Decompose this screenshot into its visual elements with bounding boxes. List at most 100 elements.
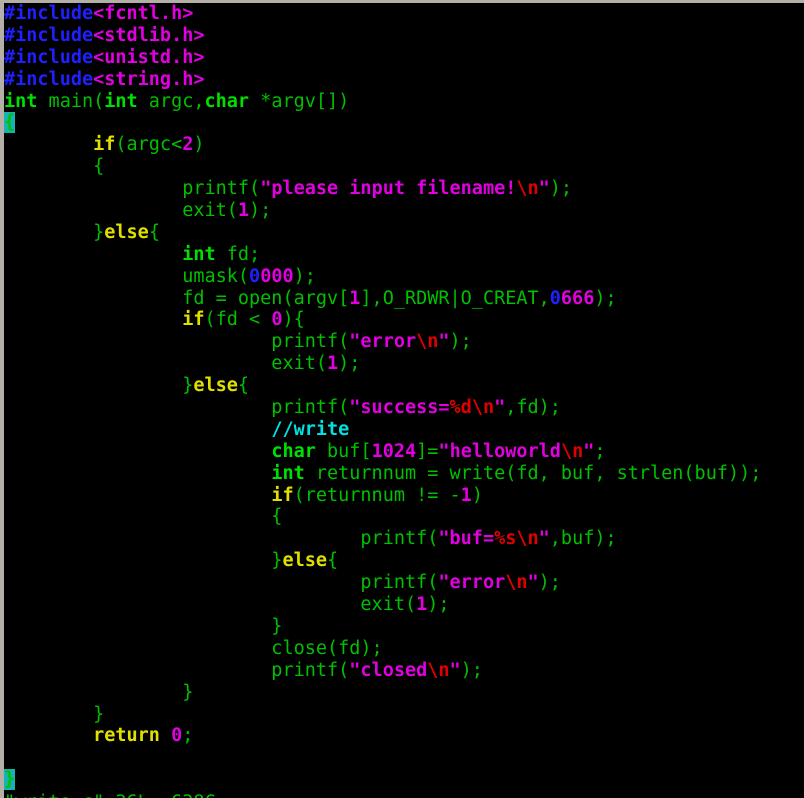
token-normal: );	[460, 659, 483, 681]
code-line[interactable]: {	[4, 156, 761, 178]
token-normal	[4, 725, 93, 746]
code-line[interactable]: printf("buf=%s\n",buf);	[4, 528, 761, 550]
token-quote: "	[438, 528, 450, 550]
token-normal	[160, 725, 171, 746]
terminal-window: #include<fcntl.h> #include<stdlib.h> #incl…	[0, 0, 804, 798]
token-normal	[4, 463, 271, 484]
token-string: success=	[360, 397, 450, 419]
token-normal: returnnum = write(fd, buf, strlen(buf));	[304, 462, 762, 484]
token-normal: );	[449, 331, 472, 353]
token-include: <stdlib.h>	[93, 24, 205, 46]
token-normal: {	[148, 221, 160, 243]
token-special: \n	[416, 331, 439, 353]
token-string: error	[360, 331, 417, 353]
token-normal	[4, 441, 271, 462]
token-comment: //write	[271, 418, 350, 440]
code-line[interactable]	[4, 747, 761, 769]
token-octal-pfx: 0	[249, 265, 261, 287]
token-special: \n	[516, 178, 539, 200]
token-normal	[4, 419, 271, 440]
code-line[interactable]: }	[4, 769, 761, 791]
token-normal: ;	[594, 440, 606, 462]
token-normal: {	[327, 550, 339, 572]
code-line[interactable]: if(fd < 0){	[4, 309, 761, 331]
code-line[interactable]: exit(1);	[4, 353, 761, 375]
code-line[interactable]: {	[4, 112, 761, 134]
token-normal	[4, 134, 93, 155]
code-line[interactable]: if(returnnum != -1)	[4, 485, 761, 507]
code-line[interactable]: printf("closed\n");	[4, 660, 761, 682]
code-line[interactable]: printf("please input filename!\n");	[4, 178, 761, 200]
token-special: %d	[449, 397, 472, 419]
token-normal: {	[4, 156, 105, 178]
token-type: int	[4, 90, 38, 112]
token-normal: ,fd);	[505, 397, 561, 419]
code-line[interactable]: umask(0000);	[4, 266, 761, 288]
token-normal: fd;	[215, 243, 261, 265]
token-normal: ],O_RDWR|O_CREAT,	[360, 287, 550, 309]
token-normal: ]=	[416, 440, 439, 462]
token-normal: }	[4, 221, 105, 243]
token-normal: exit(	[4, 353, 328, 375]
code-line[interactable]: #include<fcntl.h>	[4, 3, 761, 25]
code-line[interactable]: }	[4, 682, 761, 704]
code-line[interactable]: int returnnum = write(fd, buf, strlen(bu…	[4, 463, 761, 485]
token-special: \n	[560, 440, 584, 462]
code-line[interactable]: }	[4, 616, 761, 638]
token-normal: exit(	[4, 594, 417, 616]
token-normal: {	[4, 506, 283, 528]
code-line[interactable]: #include<string.h>	[4, 69, 761, 91]
code-line[interactable]: int main(int argc,char *argv[])	[4, 91, 761, 113]
code-line[interactable]: char buf[1024]="helloworld\n";	[4, 441, 761, 463]
code-line[interactable]: exit(1);	[4, 594, 761, 616]
token-normal: );	[538, 572, 561, 594]
token-include: <unistd.h>	[93, 46, 205, 68]
token-type: int	[104, 90, 138, 112]
token-number: 2	[182, 134, 194, 156]
code-line[interactable]: {	[4, 506, 761, 528]
token-normal: }	[4, 703, 105, 725]
code-line[interactable]: exit(1);	[4, 200, 761, 222]
token-normal	[4, 485, 271, 506]
token-number: 000	[260, 265, 294, 287]
code-line[interactable]: int fd;	[4, 244, 761, 266]
token-number: 1	[327, 353, 339, 375]
token-quote: "	[583, 440, 595, 462]
token-special: \n	[516, 528, 539, 550]
token-octal-pfx: 0	[549, 287, 561, 309]
token-normal: );	[594, 287, 617, 309]
token-normal: }	[4, 550, 283, 572]
token-special: \n	[427, 659, 450, 681]
code-line[interactable]: printf("error\n");	[4, 331, 761, 353]
token-quote: "	[527, 572, 539, 594]
token-normal: printf(	[4, 659, 350, 681]
token-string: closed	[360, 659, 428, 681]
code-line[interactable]: //write	[4, 419, 761, 441]
code-line[interactable]: printf("error\n");	[4, 572, 761, 594]
code-line[interactable]: printf("success=%d\n",fd);	[4, 397, 761, 419]
code-line[interactable]: if(argc<2)	[4, 134, 761, 156]
token-normal: argc,	[137, 90, 205, 112]
code-line[interactable]: fd = open(argv[1],O_RDWR|O_CREAT,0666);	[4, 288, 761, 310]
token-include: <string.h>	[93, 68, 205, 90]
code-line[interactable]: #include<stdlib.h>	[4, 25, 761, 47]
token-normal	[4, 244, 182, 265]
code-line[interactable]: #include<unistd.h>	[4, 47, 761, 69]
token-normal: )	[193, 134, 205, 156]
code-buffer[interactable]: #include<fcntl.h> #include<stdlib.h> #incl…	[4, 3, 761, 791]
token-normal: fd = open(argv[	[4, 287, 350, 309]
token-normal: );	[427, 594, 450, 616]
token-quote: "	[349, 331, 361, 353]
code-line[interactable]: }else{	[4, 222, 761, 244]
token-quote: "	[494, 397, 506, 419]
code-line[interactable]: return 0;	[4, 725, 761, 747]
token-special: %s	[494, 528, 517, 550]
token-preproc: #include	[4, 3, 94, 24]
token-normal: exit(	[4, 200, 238, 222]
code-line[interactable]: }else{	[4, 550, 761, 572]
token-normal: printf(	[4, 528, 439, 550]
token-statement: if	[271, 484, 294, 506]
code-line[interactable]: }	[4, 704, 761, 726]
code-line[interactable]: close(fd);	[4, 638, 761, 660]
code-line[interactable]: }else{	[4, 375, 761, 397]
